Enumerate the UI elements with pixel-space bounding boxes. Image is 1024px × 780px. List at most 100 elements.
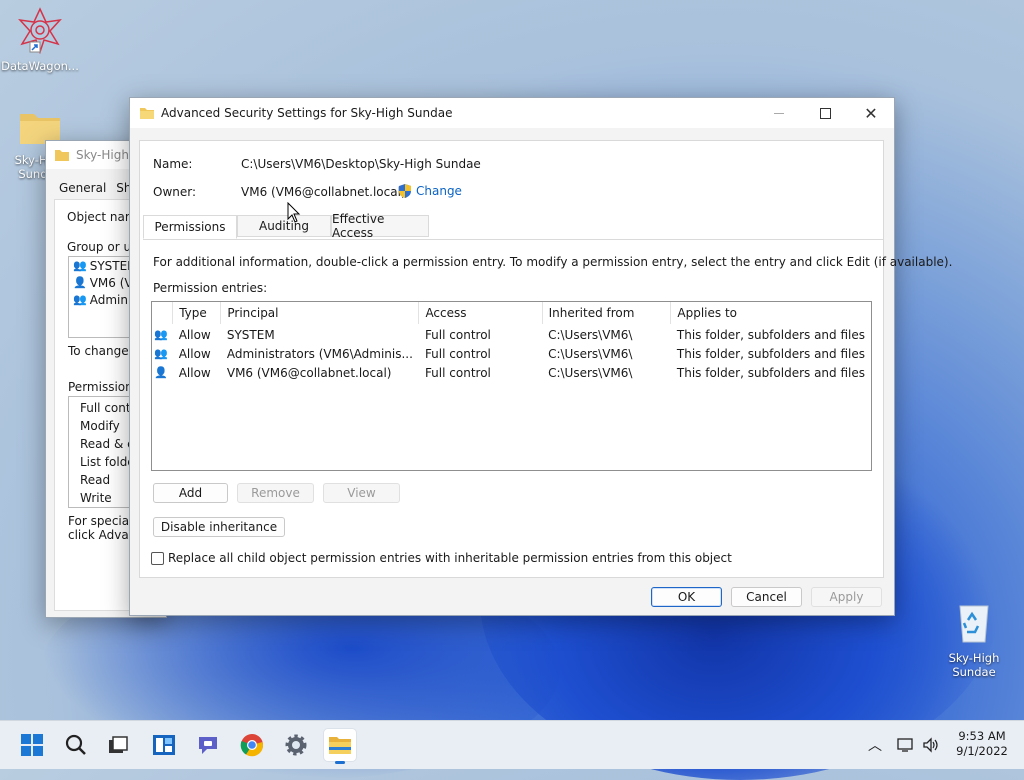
cell-access: Full control: [424, 365, 491, 380]
start-button[interactable]: [16, 729, 48, 761]
table-header: Type Principal Access Inherited from App…: [152, 302, 871, 325]
search-icon: [65, 734, 86, 755]
cell-principal: SYSTEM: [226, 327, 275, 342]
uac-shield-icon: [399, 184, 411, 198]
dialog-title: Advanced Security Settings for Sky-High …: [161, 106, 453, 120]
volume-icon[interactable]: [922, 737, 940, 753]
column-header-icon: [152, 302, 174, 325]
widgets-button[interactable]: [148, 729, 180, 761]
properties-tabs: General Sha: [59, 181, 139, 195]
column-header-type[interactable]: Type: [172, 302, 222, 325]
apply-button[interactable]: Apply: [811, 587, 882, 607]
ok-button[interactable]: OK: [651, 587, 722, 607]
cell-principal: VM6 (VM6@collabnet.local): [226, 365, 392, 380]
maximize-button[interactable]: [802, 98, 848, 128]
user-icon: 👤: [73, 276, 87, 289]
windows-logo-icon: [21, 734, 43, 756]
group-icon: 👥: [154, 347, 168, 360]
close-button[interactable]: ✕: [848, 98, 894, 128]
cell-access: Full control: [424, 327, 491, 342]
desktop-icon-label: DataWagon...: [1, 59, 79, 73]
minimize-button[interactable]: [756, 98, 802, 128]
advanced-security-dialog[interactable]: Advanced Security Settings for Sky-High …: [129, 97, 952, 616]
name-value: C:\Users\VM6\Desktop\Sky-High Sundae: [241, 157, 481, 171]
tab-auditing[interactable]: Auditing: [237, 215, 331, 237]
folder-icon: [55, 150, 69, 161]
change-owner-link[interactable]: Change: [397, 183, 462, 199]
cell-applies: This folder, subfolders and files: [676, 346, 865, 361]
replace-entries-checkbox[interactable]: [151, 551, 164, 565]
cell-applies: This folder, subfolders and files: [676, 327, 865, 342]
permission-table: Type Principal Access Inherited from App…: [152, 302, 871, 382]
tab-strip: Permissions Auditing Effective Access: [143, 212, 883, 240]
owner-value: VM6 (VM6@collabnet.local): [241, 185, 406, 199]
column-header-principal[interactable]: Principal: [220, 302, 420, 325]
show-hidden-icons-chevron-icon[interactable]: ︿: [868, 735, 882, 755]
owner-label: Owner:: [153, 185, 197, 199]
group-icon: 👥: [73, 259, 87, 272]
clock-time: 9:53 AM: [958, 729, 1006, 743]
user-icon: 👤: [154, 366, 168, 379]
tab-permissions[interactable]: Permissions: [143, 215, 237, 239]
change-link-text: Change: [416, 184, 462, 198]
gear-icon: [285, 734, 307, 756]
dialog-titlebar[interactable]: Advanced Security Settings for Sky-High …: [130, 98, 894, 128]
name-label: Name:: [153, 157, 193, 171]
cell-type: Allow: [178, 365, 211, 380]
tab-general[interactable]: General: [59, 181, 106, 195]
teams-chat-icon: [199, 737, 217, 754]
disable-inheritance-button[interactable]: Disable inheritance: [153, 517, 285, 537]
desktop-icon-datawagon[interactable]: DataWagon...: [0, 6, 80, 73]
clock[interactable]: 9:53 AM 9/1/2022: [950, 729, 1014, 759]
task-view-button[interactable]: [102, 729, 134, 761]
dialog-content: Name: C:\Users\VM6\Desktop\Sky-High Sund…: [139, 140, 952, 578]
maximize-icon: [819, 107, 831, 119]
add-button[interactable]: Add: [153, 483, 228, 503]
datawagon-icon: [18, 7, 62, 55]
tab-effective-access[interactable]: Effective Access: [331, 212, 429, 240]
cell-type: Allow: [178, 346, 211, 361]
cell-type: Allow: [178, 327, 211, 342]
folder-icon: [140, 108, 154, 119]
chrome-button[interactable]: [236, 729, 268, 761]
minimize-icon: [774, 112, 784, 114]
replace-entries-label: Replace all child object permission entr…: [168, 551, 732, 565]
settings-button[interactable]: [280, 729, 312, 761]
column-header-inherited[interactable]: Inherited from: [542, 302, 672, 325]
cancel-button[interactable]: Cancel: [731, 587, 802, 607]
file-explorer-icon: [329, 737, 351, 754]
chrome-icon: [240, 734, 264, 757]
table-row[interactable]: 👥 Allow SYSTEM Full control C:\Users\VM6…: [152, 325, 871, 345]
cell-access: Full control: [424, 346, 491, 361]
active-app-indicator: [335, 761, 345, 764]
info-text: For additional information, double-click…: [153, 255, 953, 269]
widgets-icon: [153, 735, 175, 755]
cell-principal: Administrators (VM6\Adminis...: [226, 346, 413, 361]
cell-inherited: C:\Users\VM6\: [548, 346, 633, 361]
clock-date: 9/1/2022: [956, 744, 1008, 758]
taskbar: ︿ 9:53 AM 9/1/2022: [0, 720, 1024, 769]
search-button[interactable]: [60, 729, 92, 761]
close-icon: ✕: [864, 103, 878, 123]
cell-inherited: C:\Users\VM6\: [548, 327, 633, 342]
task-view-icon: [109, 736, 128, 753]
table-row[interactable]: 👤 Allow VM6 (VM6@collabnet.local) Full c…: [152, 363, 871, 382]
table-row[interactable]: 👥 Allow Administrators (VM6\Adminis... F…: [152, 344, 871, 363]
permission-entries-list[interactable]: Type Principal Access Inherited from App…: [151, 301, 872, 471]
replace-entries-option[interactable]: Replace all child object permission entr…: [151, 551, 732, 565]
view-button[interactable]: View: [323, 483, 400, 503]
cell-applies: This folder, subfolders and files: [676, 365, 865, 380]
desktop-icon-label: Sky-High Sundae: [948, 651, 1000, 679]
entries-label: Permission entries:: [153, 281, 268, 295]
column-header-applies[interactable]: Applies to: [670, 302, 871, 325]
cell-inherited: C:\Users\VM6\: [548, 365, 633, 380]
desktop-icon-recycle-bin[interactable]: Sky-High Sundae: [934, 598, 1014, 679]
file-explorer-button[interactable]: [324, 729, 356, 764]
network-icon[interactable]: [897, 737, 915, 753]
group-icon: 👥: [154, 328, 168, 341]
column-header-access[interactable]: Access: [418, 302, 543, 325]
remove-button[interactable]: Remove: [237, 483, 314, 503]
group-icon: 👥: [73, 293, 87, 306]
chat-button[interactable]: [192, 729, 224, 761]
mouse-cursor-icon: [287, 202, 301, 223]
